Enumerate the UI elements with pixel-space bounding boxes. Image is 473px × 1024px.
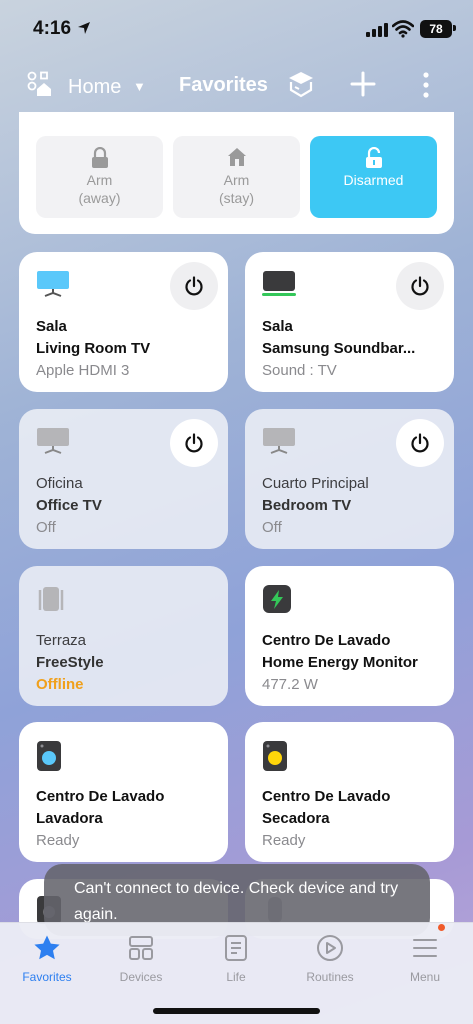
disarmed-label: Disarmed bbox=[343, 172, 404, 188]
app-header: Home ▼ Favorites bbox=[0, 62, 473, 110]
menu-icon bbox=[413, 939, 437, 957]
unlock-icon bbox=[365, 147, 382, 168]
device-name: FreeStyle bbox=[36, 654, 104, 671]
tab-life[interactable]: Life bbox=[196, 933, 276, 984]
disarmed-button[interactable]: Disarmed bbox=[310, 136, 437, 218]
tab-favorites[interactable]: Favorites bbox=[7, 933, 87, 984]
power-icon bbox=[185, 433, 203, 453]
tv-icon bbox=[37, 428, 69, 454]
tv-icon bbox=[263, 428, 295, 454]
device-name: Home Energy Monitor bbox=[262, 654, 418, 671]
security-mode-card: Arm (away) Arm (stay) Disarmed bbox=[19, 112, 454, 234]
device-status: Apple HDMI 3 bbox=[36, 362, 130, 379]
play-circle-icon bbox=[317, 935, 343, 961]
device-name: Samsung Soundbar... bbox=[262, 340, 416, 357]
life-document-icon bbox=[225, 935, 247, 961]
device-name: Bedroom TV bbox=[262, 497, 352, 514]
device-name: Secadora bbox=[262, 810, 330, 827]
smartthings-hub-icon[interactable] bbox=[287, 70, 315, 98]
device-status: Off bbox=[36, 519, 56, 536]
device-room: Centro De Lavado bbox=[36, 788, 165, 805]
device-card-energy-monitor[interactable]: Centro De Lavado Home Energy Monitor 477… bbox=[245, 566, 454, 706]
washer-icon bbox=[37, 741, 61, 771]
device-room: Sala bbox=[262, 318, 293, 335]
energy-bolt-icon bbox=[263, 585, 291, 613]
device-room: Cuarto Principal bbox=[262, 475, 369, 492]
device-name: Lavadora bbox=[36, 810, 103, 827]
device-room: Centro De Lavado bbox=[262, 788, 391, 805]
power-icon bbox=[185, 276, 203, 296]
lock-icon bbox=[91, 147, 108, 168]
location-arrow-icon bbox=[78, 22, 90, 34]
star-icon bbox=[34, 935, 60, 960]
tab-label: Life bbox=[226, 970, 246, 984]
device-status: Ready bbox=[262, 832, 306, 849]
battery-tip bbox=[453, 25, 456, 31]
device-card-bedroom-tv[interactable]: Cuarto Principal Bedroom TV Off bbox=[245, 409, 454, 549]
dryer-icon bbox=[263, 741, 287, 771]
device-room: Oficina bbox=[36, 475, 83, 492]
device-card-washer[interactable]: Centro De Lavado Lavadora Ready bbox=[19, 722, 228, 862]
tab-label: Routines bbox=[306, 970, 354, 984]
house-icon bbox=[227, 148, 246, 166]
notification-dot bbox=[438, 924, 445, 931]
tab-label: Favorites bbox=[22, 970, 72, 984]
page-title: Favorites bbox=[179, 74, 268, 96]
device-status: Off bbox=[262, 519, 282, 536]
device-card-soundbar[interactable]: Sala Samsung Soundbar... Sound : TV bbox=[245, 252, 454, 392]
cellular-signal-icon bbox=[366, 23, 388, 37]
status-time: 4:16 bbox=[33, 18, 72, 39]
arm-away-sublabel: (away) bbox=[78, 190, 121, 206]
add-icon[interactable] bbox=[350, 71, 376, 97]
device-room: Sala bbox=[36, 318, 67, 335]
tab-label: Menu bbox=[409, 970, 441, 984]
device-card-dryer[interactable]: Centro De Lavado Secadora Ready bbox=[245, 722, 454, 862]
device-card-freestyle[interactable]: Terraza FreeStyle Offline bbox=[19, 566, 228, 706]
home-indicator[interactable] bbox=[153, 1008, 320, 1014]
soundbar-icon bbox=[262, 271, 296, 296]
wifi-icon bbox=[392, 20, 414, 38]
device-room: Terraza bbox=[36, 632, 87, 649]
arm-away-label: Arm bbox=[86, 172, 113, 188]
device-status: 477.2 W bbox=[262, 676, 318, 693]
device-status: Sound : TV bbox=[262, 362, 337, 379]
power-button[interactable] bbox=[170, 262, 218, 310]
tab-devices[interactable]: Devices bbox=[101, 933, 181, 984]
device-name: Living Room TV bbox=[36, 340, 151, 357]
projector-icon bbox=[38, 587, 64, 611]
home-dropdown-caret-icon[interactable]: ▼ bbox=[133, 79, 146, 94]
power-button[interactable] bbox=[396, 419, 444, 467]
device-room: Centro De Lavado bbox=[262, 632, 391, 649]
status-bar: 4:16 78 bbox=[0, 0, 473, 60]
power-icon bbox=[411, 433, 429, 453]
arm-stay-label: Arm bbox=[223, 172, 250, 188]
tab-menu[interactable]: Menu bbox=[385, 933, 465, 984]
tv-icon bbox=[37, 271, 69, 297]
more-options-icon[interactable] bbox=[418, 72, 434, 98]
home-selector-icon[interactable] bbox=[27, 71, 51, 97]
tab-label: Devices bbox=[119, 970, 163, 984]
battery-icon: 78 bbox=[420, 20, 452, 38]
arm-stay-sublabel: (stay) bbox=[219, 190, 254, 206]
power-button[interactable] bbox=[170, 419, 218, 467]
device-name: Office TV bbox=[36, 497, 102, 514]
device-status-offline: Offline bbox=[36, 676, 84, 693]
home-selector-label[interactable]: Home bbox=[68, 76, 121, 99]
device-status: Ready bbox=[36, 832, 80, 849]
devices-grid-icon bbox=[129, 936, 153, 960]
device-card-office-tv[interactable]: Oficina Office TV Off bbox=[19, 409, 228, 549]
power-button[interactable] bbox=[396, 262, 444, 310]
arm-stay-button[interactable]: Arm (stay) bbox=[173, 136, 300, 218]
tab-routines[interactable]: Routines bbox=[290, 933, 370, 984]
device-card-living-room-tv[interactable]: Sala Living Room TV Apple HDMI 3 bbox=[19, 252, 228, 392]
arm-away-button[interactable]: Arm (away) bbox=[36, 136, 163, 218]
power-icon bbox=[411, 276, 429, 296]
